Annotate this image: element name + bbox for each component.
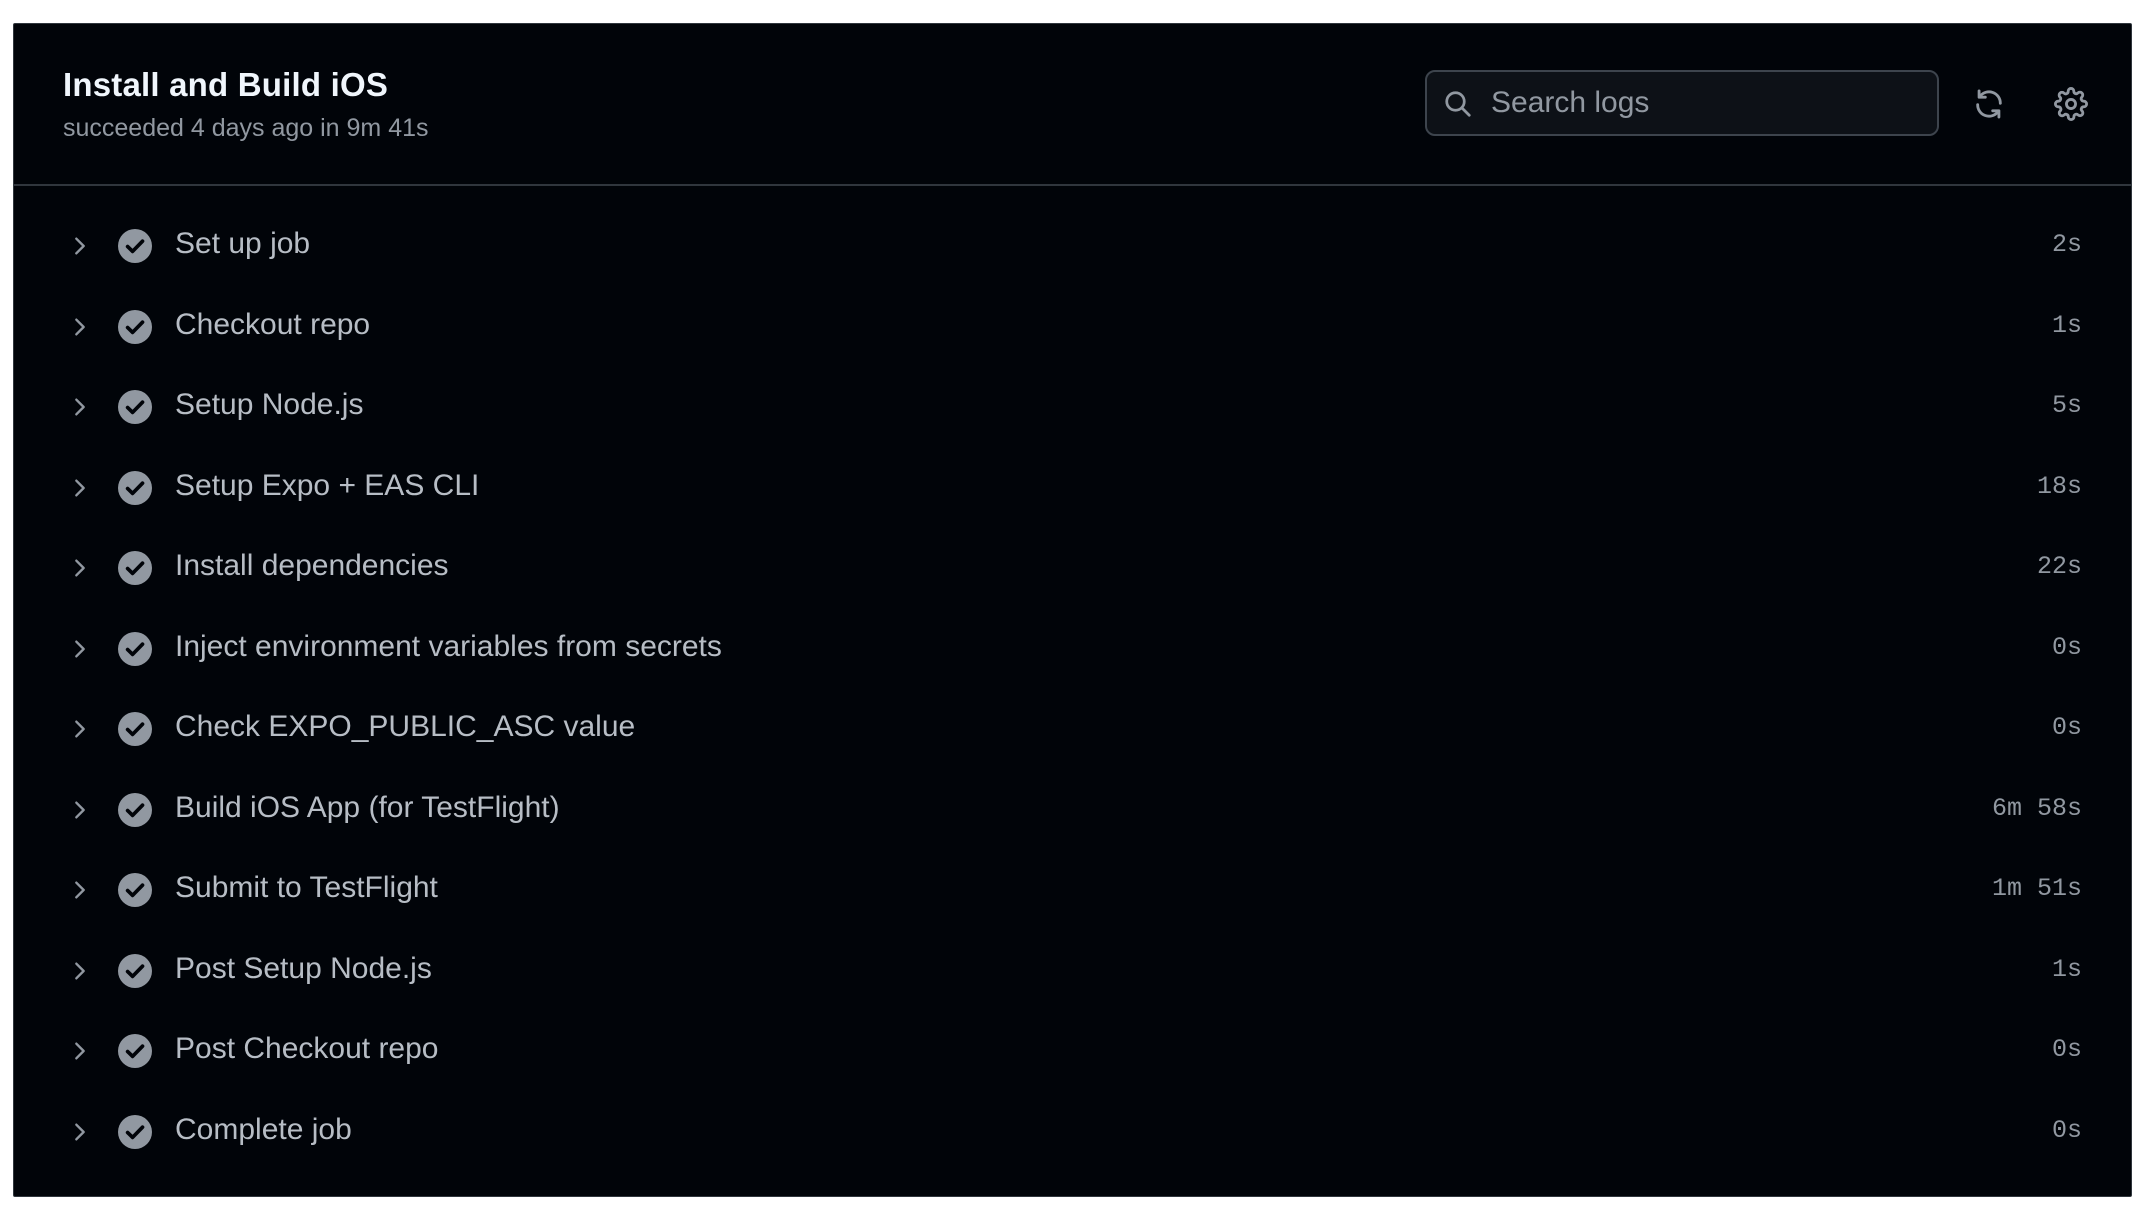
success-check-icon bbox=[118, 470, 152, 505]
step-duration: 6m 58s bbox=[1991, 793, 2082, 823]
step-name: Build iOS App (for TestFlight) bbox=[175, 790, 560, 824]
step-name: Install dependencies bbox=[175, 549, 449, 582]
chevron-right-icon[interactable] bbox=[69, 1121, 91, 1143]
job-step[interactable]: Check EXPO_PUBLIC_ASC value 0s bbox=[14, 703, 2131, 784]
step-duration: 2s bbox=[2051, 230, 2082, 259]
job-status-summary: succeeded 4 days ago in 9m 41s bbox=[63, 114, 429, 142]
success-check-icon bbox=[118, 873, 152, 907]
job-step[interactable]: Submit to TestFlight 1m 51s bbox=[14, 864, 2131, 945]
step-name: Setup Expo + EAS CLI bbox=[175, 468, 480, 502]
success-check-icon bbox=[118, 309, 152, 344]
search-logs-input[interactable] bbox=[1491, 72, 1921, 134]
job-step[interactable]: Inject environment variables from secret… bbox=[14, 623, 2131, 704]
step-name: Checkout repo bbox=[175, 307, 371, 341]
step-duration: 1m 51s bbox=[1991, 874, 2082, 903]
search-icon bbox=[1445, 91, 1471, 117]
step-name: Check EXPO_PUBLIC_ASC value bbox=[175, 710, 636, 743]
step-name: Setup Node.js bbox=[175, 388, 364, 421]
step-name: Post Checkout repo bbox=[175, 1032, 439, 1065]
step-duration: 0s bbox=[2051, 1115, 2082, 1145]
step-duration: 0s bbox=[2051, 1035, 2082, 1064]
job-header: Install and Build iOS succeeded 4 days a… bbox=[14, 24, 2131, 186]
success-check-icon bbox=[118, 390, 152, 424]
job-step[interactable]: Build iOS App (for TestFlight) 6m 58s bbox=[14, 784, 2131, 865]
settings-button[interactable] bbox=[2047, 80, 2095, 128]
job-step[interactable]: Post Setup Node.js 1s bbox=[14, 945, 2131, 1026]
chevron-right-icon[interactable] bbox=[69, 316, 91, 338]
job-log-panel: Install and Build iOS succeeded 4 days a… bbox=[13, 23, 2132, 1197]
success-check-icon bbox=[118, 953, 152, 988]
chevron-right-icon[interactable] bbox=[69, 396, 91, 418]
step-name: Inject environment variables from secret… bbox=[175, 629, 722, 663]
success-check-icon bbox=[118, 1034, 152, 1068]
success-check-icon bbox=[118, 712, 152, 746]
step-duration: 1s bbox=[2051, 310, 2082, 340]
chevron-right-icon[interactable] bbox=[69, 1040, 91, 1062]
step-duration: 5s bbox=[2051, 391, 2082, 420]
step-duration: 0s bbox=[2051, 632, 2082, 662]
chevron-right-icon[interactable] bbox=[69, 960, 91, 982]
step-duration: 1s bbox=[2051, 954, 2082, 984]
job-title: Install and Build iOS bbox=[63, 66, 389, 103]
chevron-right-icon[interactable] bbox=[69, 477, 91, 499]
chevron-right-icon[interactable] bbox=[69, 638, 91, 660]
job-step[interactable]: Complete job 0s bbox=[14, 1106, 2131, 1187]
job-steps-list: Set up job 2s Checkout repo 1s Setup Nod… bbox=[14, 220, 2131, 1186]
success-check-icon bbox=[118, 792, 152, 827]
job-step[interactable]: Setup Node.js 5s bbox=[14, 381, 2131, 462]
success-check-icon bbox=[118, 1114, 152, 1149]
success-check-icon bbox=[118, 631, 152, 666]
job-step[interactable]: Checkout repo 1s bbox=[14, 301, 2131, 382]
refresh-button[interactable] bbox=[1965, 80, 2013, 128]
step-name: Set up job bbox=[175, 227, 311, 260]
gear-icon bbox=[2054, 87, 2088, 121]
step-name: Submit to TestFlight bbox=[175, 871, 438, 904]
chevron-right-icon[interactable] bbox=[69, 235, 91, 257]
job-step[interactable]: Post Checkout repo 0s bbox=[14, 1025, 2131, 1106]
job-step[interactable]: Install dependencies 22s bbox=[14, 542, 2131, 623]
job-step[interactable]: Set up job 2s bbox=[14, 220, 2131, 301]
success-check-icon bbox=[118, 229, 152, 263]
step-duration: 18s bbox=[2036, 471, 2082, 501]
step-duration: 0s bbox=[2051, 713, 2082, 742]
refresh-icon bbox=[1976, 89, 2002, 119]
step-name: Complete job bbox=[175, 1112, 352, 1146]
chevron-right-icon[interactable] bbox=[69, 557, 91, 579]
chevron-right-icon[interactable] bbox=[69, 718, 91, 740]
success-check-icon bbox=[118, 551, 152, 585]
search-logs-box[interactable] bbox=[1425, 70, 1939, 136]
chevron-right-icon[interactable] bbox=[69, 879, 91, 901]
step-duration: 22s bbox=[2036, 552, 2082, 581]
step-name: Post Setup Node.js bbox=[175, 951, 432, 985]
chevron-right-icon[interactable] bbox=[69, 799, 91, 821]
job-step[interactable]: Setup Expo + EAS CLI 18s bbox=[14, 462, 2131, 543]
